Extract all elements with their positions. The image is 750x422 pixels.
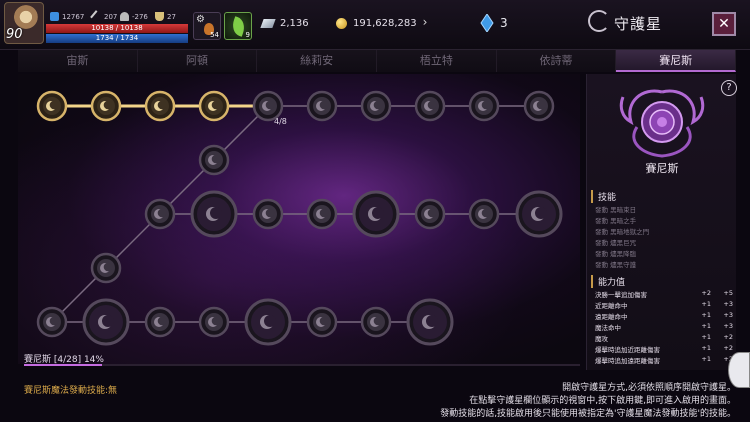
tab-wulit[interactable]: 梧立特	[377, 50, 497, 72]
tree-nodes	[36, 90, 563, 346]
star-node-locked[interactable]	[468, 90, 500, 122]
star-node-locked[interactable]	[523, 90, 555, 122]
star-node-locked[interactable]	[190, 190, 238, 238]
skill-item: 發動 黑暗之手	[595, 217, 637, 225]
guardian-name: 賽尼斯	[645, 162, 679, 175]
tree-connections	[51, 105, 539, 323]
star-node-active[interactable]	[90, 90, 122, 122]
skill-item: 發動 黑暗束日	[595, 206, 637, 214]
tab-silian[interactable]: 絲莉安	[257, 50, 378, 72]
stat-defense: -276	[120, 12, 148, 21]
footer-note: 發動技能的話,技能啟用後只能使用被指定為'守護星魔法發動技能'的技能。	[440, 409, 736, 419]
skill-item: 發動 燼黑降臨	[595, 250, 637, 258]
magic-skill-status: 賽尼斯魔法發動技能:無	[24, 386, 118, 396]
star-node-locked[interactable]	[515, 190, 563, 238]
item-slot[interactable]: 9	[224, 12, 252, 40]
tab-zeus[interactable]: 宙斯	[18, 50, 138, 72]
gold-currency: 191,628,283	[336, 14, 417, 32]
attribute-row: 爆擊時追加遠距離傷害 +1 +2	[595, 355, 733, 365]
tab-aton[interactable]: 阿頓	[137, 50, 258, 72]
star-node-locked[interactable]	[360, 306, 392, 338]
star-node-locked[interactable]	[198, 306, 230, 338]
star-node-active[interactable]	[144, 90, 176, 122]
star-node-locked[interactable]	[252, 198, 284, 230]
crystal-currency: 2,136	[260, 14, 309, 32]
crystal-icon	[260, 18, 276, 28]
potion-slot[interactable]: ⚙ 54	[193, 12, 221, 40]
currency-expand-button[interactable]: ›	[418, 14, 432, 30]
star-node-locked[interactable]	[360, 90, 392, 122]
star-node-locked[interactable]	[252, 90, 284, 122]
attribute-row: 遠距離命中 +1 +3	[595, 311, 733, 321]
star-node-active[interactable]	[198, 90, 230, 122]
hp-bar: 10138 / 10138	[46, 24, 188, 33]
star-node-locked[interactable]	[306, 90, 338, 122]
star-node-locked[interactable]	[36, 306, 68, 338]
wing-icon	[50, 12, 59, 21]
star-node-locked[interactable]	[144, 306, 176, 338]
star-node-locked[interactable]	[414, 90, 446, 122]
attribute-row: 魔攻 +1 +2	[595, 333, 733, 343]
trophy-icon	[155, 12, 164, 21]
attribute-row: 爆擊時追加近距離傷害 +1 +2	[595, 344, 733, 354]
star-node-locked[interactable]	[414, 198, 446, 230]
star-node-locked[interactable]	[468, 198, 500, 230]
helmet-icon	[120, 12, 129, 21]
player-level: 90	[6, 27, 23, 42]
blue-gem-icon	[480, 14, 494, 32]
help-button[interactable]: ?	[721, 80, 737, 96]
star-node-locked[interactable]	[244, 298, 292, 346]
star-node-locked[interactable]	[144, 198, 176, 230]
rose-emblem-icon	[619, 89, 705, 158]
skill-item: 發動 燼黑巨咒	[595, 239, 637, 247]
stat-power: 12767	[50, 12, 84, 21]
mp-bar: 1734 / 1734	[46, 34, 188, 43]
star-node-locked[interactable]	[198, 144, 230, 176]
star-node-locked[interactable]	[90, 252, 122, 284]
sword-icon	[90, 10, 103, 23]
node-counter: 4/8	[274, 117, 287, 126]
attribute-row: 魔法命中 +1 +3	[595, 322, 733, 332]
skill-item: 發動 燼黑守護	[595, 261, 637, 269]
gold-coin-icon	[336, 17, 347, 29]
progress-fill	[24, 364, 102, 366]
skill-item: 發動 黑暗地獄之門	[595, 228, 650, 236]
page-title: 守護星	[614, 15, 663, 33]
gear-icon: ⚙	[196, 14, 205, 25]
guardian-info-panel: ? 賽尼斯 技能 發動 黑暗束日 發動 黑暗之手 發動 黑暗地獄之門 發動 燼黑…	[586, 74, 737, 370]
star-node-locked[interactable]	[352, 190, 400, 238]
gem-count: 3	[500, 16, 508, 30]
attributes-title: 能力值	[591, 275, 625, 288]
star-node-locked[interactable]	[306, 306, 338, 338]
tab-yishidi[interactable]: 依詩蒂	[496, 50, 617, 72]
skills-title: 技能	[591, 190, 616, 203]
tab-senis[interactable]: 賽尼斯	[616, 50, 737, 72]
tree-graph: 4/8	[36, 90, 563, 346]
top-hud: 90 12767 207 -276 27 10138 / 10138 1734 …	[0, 0, 750, 50]
close-button[interactable]: ✕	[712, 12, 736, 36]
stat-attack: 207	[90, 10, 117, 23]
footer-note: 在點擊守護星欄位顯示的視窗中,按下啟用鍵,即可進入啟用的畫面。	[469, 396, 736, 406]
star-node-active[interactable]	[36, 90, 68, 122]
constellation-tree: 4/8	[18, 74, 580, 364]
star-node-locked[interactable]	[82, 298, 130, 346]
stat-trophy: 27	[155, 12, 176, 21]
guardian-star-icon	[588, 10, 610, 32]
attribute-row: 近距離命中 +1 +3	[595, 300, 733, 310]
star-node-locked[interactable]	[306, 198, 338, 230]
footer-note: 開啟守護星方式,必須依照順序開啟守護星。	[562, 383, 736, 393]
progress-bar	[24, 364, 580, 366]
attribute-row: 決勝一擊追加傷害 +2 +5	[595, 289, 733, 299]
guardian-tabs: 宙斯 阿頓 絲莉安 梧立特 依詩蒂 賽尼斯	[18, 50, 737, 72]
star-node-locked[interactable]	[406, 298, 454, 346]
